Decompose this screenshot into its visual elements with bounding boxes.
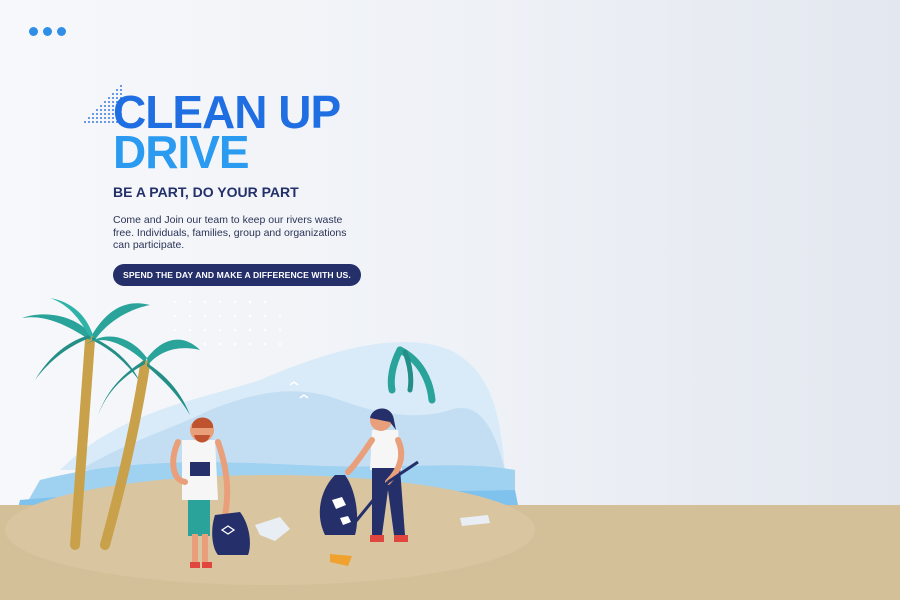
title-line-2: DRIVE [113, 126, 250, 178]
dotted-pattern [173, 300, 282, 346]
tagline: BE A PART, DO YOUR PART [113, 184, 299, 200]
more-dots-icon [29, 27, 38, 36]
more-dots-icon [57, 27, 66, 36]
description: Come and Join our team to keep our river… [113, 214, 347, 251]
beach-cleanup-illustration [0, 298, 900, 600]
more-menu-button[interactable] [29, 27, 66, 36]
page-title: CLEAN UP DRIVE [113, 89, 413, 178]
more-dots-icon [43, 27, 52, 36]
hero-section: CLEAN UP DRIVE BE A PART, DO YOUR PART C… [84, 85, 413, 286]
cta-button[interactable]: SPEND THE DAY AND MAKE A DIFFERENCE WITH… [113, 263, 361, 286]
